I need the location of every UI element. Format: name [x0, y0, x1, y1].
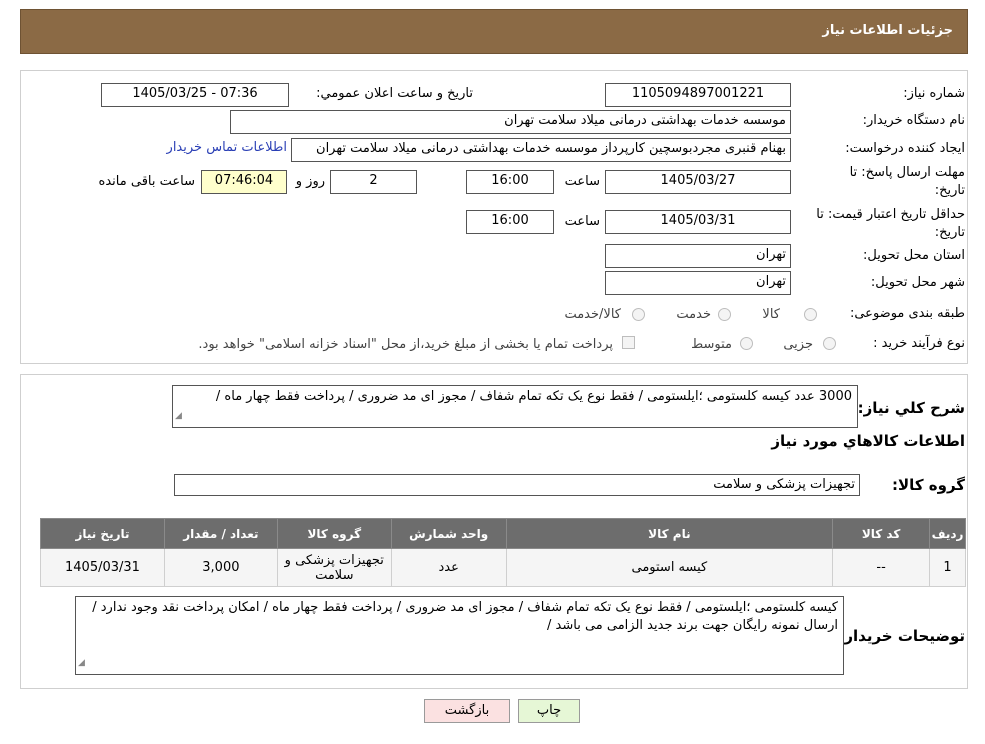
category-label: طبقه بندی موضوعی:: [849, 306, 965, 321]
need-date-cell: 1405/03/31: [40, 548, 165, 587]
deadline-time-label: ساعت: [564, 174, 600, 189]
validity-label-2: تاریخ:: [934, 225, 965, 240]
process-medium-radio[interactable]: [740, 337, 753, 350]
buyer-notes-label: توضیحات خریدار:: [838, 627, 965, 645]
unit-cell: عدد: [390, 548, 507, 587]
page-title: جزئیات اطلاعات نیاز: [822, 23, 953, 38]
creator-label: ایجاد کننده درخواست:: [845, 141, 965, 156]
validity-label: حداقل تاریخ اعتبار قیمت: تا: [816, 207, 965, 222]
summary-text: 3000 عدد کیسه کلستومی ؛ایلستومی / فقط نو…: [215, 389, 852, 404]
deadline-date-field[interactable]: 1405/03/27: [605, 170, 791, 194]
col-need-date: تاریخ نیاز: [40, 518, 165, 549]
validity-time-field[interactable]: 16:00: [466, 210, 554, 234]
category-goods-service-radio[interactable]: [632, 308, 645, 321]
category-goods-radio[interactable]: [804, 308, 817, 321]
remaining-label: ساعت باقی مانده: [98, 174, 195, 189]
province-label: استان محل تحویل:: [863, 248, 965, 263]
need-number-field[interactable]: 1105094897001221: [605, 83, 791, 107]
resize-grip-icon[interactable]: ◢: [78, 654, 85, 672]
col-goods-group: گروه کالا: [276, 518, 392, 549]
col-quantity: تعداد / مقدار: [163, 518, 278, 549]
remaining-time-field: 07:46:04: [201, 170, 287, 194]
category-service-label: خدمت: [676, 307, 711, 322]
category-service-radio[interactable]: [718, 308, 731, 321]
buyer-contact-link[interactable]: اطلاعات تماس خریدار: [167, 140, 287, 155]
city-label: شهر محل تحویل:: [870, 275, 965, 290]
row-number-cell: 1: [929, 548, 966, 587]
treasury-payment-checkbox[interactable]: [622, 336, 635, 349]
goods-group-cell: تجهیزات پزشکی و سلامت: [276, 548, 392, 587]
resize-grip-icon[interactable]: ◢: [175, 407, 182, 425]
buyer-notes-text: کیسه کلستومی ؛ایلستومی / فقط نوع یک تکه …: [92, 600, 838, 633]
remaining-days-field[interactable]: 2: [330, 170, 417, 194]
col-unit: واحد شمارش: [390, 518, 507, 549]
validity-date-field[interactable]: 1405/03/31: [605, 210, 791, 234]
page-header: جزئیات اطلاعات نیاز: [20, 9, 968, 54]
creator-field[interactable]: بهنام قنبری مجردبوسچین کارپرداز موسسه خد…: [291, 138, 791, 162]
goods-group-label: گروه کالا:: [892, 476, 965, 494]
print-button[interactable]: چاپ: [518, 699, 580, 723]
deadline-label: مهلت ارسال پاسخ: تا: [849, 165, 965, 180]
validity-time-label: ساعت: [564, 214, 600, 229]
process-minor-radio[interactable]: [823, 337, 836, 350]
goods-name-cell: کیسه استومی: [505, 548, 834, 587]
col-row-number: ردیف: [929, 518, 966, 549]
announce-datetime-field[interactable]: 1405/03/25 - 07:36: [101, 83, 289, 107]
goods-section-title: اطلاعات کالاهاي مورد نیاز: [771, 432, 965, 450]
back-button[interactable]: بازگشت: [424, 699, 510, 723]
days-label: روز و: [295, 174, 325, 189]
goods-code-cell: --: [832, 548, 931, 587]
col-goods-code: کد کالا: [832, 518, 931, 549]
deadline-time-field[interactable]: 16:00: [466, 170, 554, 194]
category-goods-service-label: کالا/خدمت: [564, 307, 621, 322]
announce-label: تاریخ و ساعت اعلان عمومي:: [316, 86, 473, 101]
col-goods-name: نام کالا: [505, 518, 834, 549]
table-row[interactable]: 1 -- کیسه استومی عدد تجهیزات پزشکی و سلا…: [40, 548, 966, 587]
buyer-notes-textarea[interactable]: کیسه کلستومی ؛ایلستومی / فقط نوع یک تکه …: [75, 596, 844, 675]
buyer-org-field[interactable]: موسسه خدمات بهداشتی درمانی میلاد سلامت ت…: [230, 110, 791, 134]
process-label: نوع فرآیند خرید :: [873, 336, 965, 351]
buyer-org-label: نام دستگاه خریدار:: [862, 113, 965, 128]
summary-label: شرح کلي نیاز:: [857, 399, 965, 417]
goods-table-header: ردیف کد کالا نام کالا واحد شمارش گروه کا…: [40, 518, 966, 549]
city-field[interactable]: تهران: [605, 271, 791, 295]
treasury-payment-note: پرداخت تمام یا بخشی از مبلغ خرید،از محل …: [198, 337, 613, 352]
process-medium-label: متوسط: [691, 337, 732, 352]
summary-textarea[interactable]: 3000 عدد کیسه کلستومی ؛ایلستومی / فقط نو…: [172, 385, 858, 428]
process-minor-label: جزیی: [783, 337, 813, 352]
goods-table: ردیف کد کالا نام کالا واحد شمارش گروه کا…: [40, 518, 966, 587]
category-goods-label: کالا: [762, 307, 780, 322]
province-field[interactable]: تهران: [605, 244, 791, 268]
need-number-label: شماره نیاز:: [903, 86, 965, 101]
goods-group-field[interactable]: تجهیزات پزشکی و سلامت: [174, 474, 860, 496]
quantity-cell: 3,000: [163, 548, 278, 587]
deadline-label-2: تاریخ:: [934, 183, 965, 198]
